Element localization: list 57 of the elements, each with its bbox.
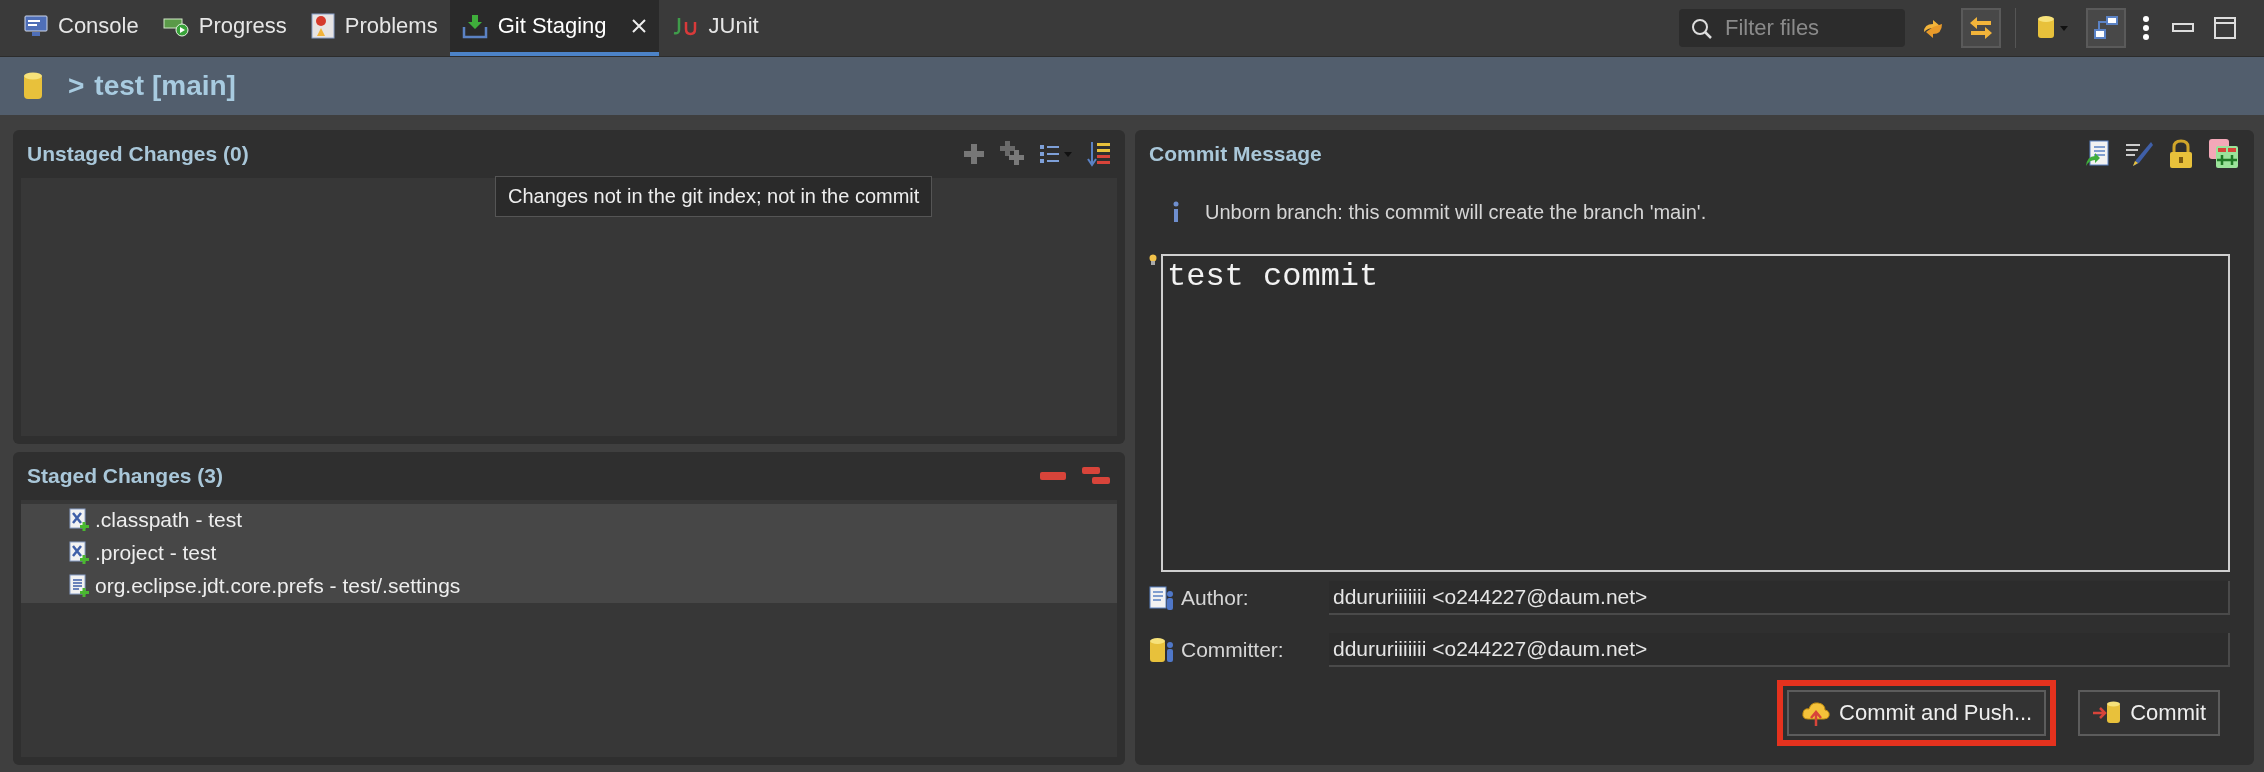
person-field[interactable]: ddururiiiiiii <o244227@daum.net> bbox=[1329, 581, 2230, 615]
double-minus-icon[interactable] bbox=[1081, 464, 1111, 487]
maximize-icon[interactable] bbox=[2214, 17, 2236, 39]
view-tab[interactable]: Progress bbox=[150, 0, 299, 56]
view-tab[interactable]: Git Staging bbox=[449, 0, 659, 56]
view-tab[interactable]: Problems bbox=[298, 0, 450, 56]
breadcrumb-arrow: > bbox=[68, 70, 85, 102]
more-icon[interactable] bbox=[2140, 14, 2152, 42]
file-row[interactable]: .project - test bbox=[21, 536, 1117, 570]
field-label: Committer: bbox=[1181, 638, 1285, 662]
minimize-icon[interactable] bbox=[2172, 22, 2194, 34]
search-icon bbox=[1691, 18, 1713, 40]
repository-title: test [main] bbox=[94, 70, 236, 102]
document-person-icon bbox=[1149, 585, 1175, 611]
layout-button[interactable] bbox=[2086, 8, 2126, 48]
cloud-upload-icon bbox=[1801, 699, 1832, 727]
file-row[interactable]: org.eclipse.jdt.core.prefs - test/.settings bbox=[21, 569, 1117, 603]
view-tab[interactable]: JUnit bbox=[658, 0, 771, 56]
sort-icon[interactable] bbox=[1087, 141, 1111, 167]
document-arrow-icon[interactable] bbox=[2084, 140, 2110, 168]
panel-title: Staged Changes (3) bbox=[27, 463, 224, 488]
arrow-into-cylinder-icon bbox=[2092, 700, 2123, 726]
download-tray-icon bbox=[461, 13, 488, 39]
file-name: org.eclipse.jdt.core.prefs - test/.settings bbox=[95, 574, 461, 598]
view-tab[interactable]: Console bbox=[12, 0, 151, 56]
list-icon[interactable] bbox=[1039, 143, 1073, 165]
tooltip: Changes not in the git index; not in the commit bbox=[495, 176, 933, 217]
progress-icon bbox=[162, 15, 189, 37]
info-message: Unborn branch: this commit will create the branch 'main'. bbox=[1205, 200, 1707, 224]
layout-icon bbox=[2092, 14, 2120, 42]
text-file-added-icon bbox=[69, 574, 91, 598]
commit-and-push-button[interactable]: Commit and Push... bbox=[1787, 690, 2047, 736]
panel-title: Unstaged Changes (0) bbox=[27, 142, 249, 166]
commit-message-field[interactable]: test commit bbox=[1161, 254, 2230, 572]
problems-icon bbox=[310, 13, 335, 39]
repository-cylinder-icon bbox=[22, 71, 44, 101]
cylinder-person-icon bbox=[1149, 636, 1175, 664]
monitor-icon bbox=[24, 15, 48, 37]
person-field[interactable]: ddururiiiiiii <o244227@daum.net> bbox=[1329, 633, 2230, 667]
plus-icon[interactable] bbox=[963, 143, 985, 165]
pen-lines-icon[interactable] bbox=[2124, 140, 2154, 168]
xml-file-added-icon bbox=[69, 541, 91, 565]
file-name: .project - test bbox=[95, 541, 217, 565]
filter-field[interactable]: Filter files bbox=[1679, 9, 1905, 47]
field-label: Author: bbox=[1181, 586, 1250, 610]
lightbulb-icon bbox=[1149, 254, 1157, 266]
padlock-icon[interactable] bbox=[2168, 139, 2194, 169]
compare-arrows-button[interactable] bbox=[1961, 8, 2001, 48]
xml-file-added-icon bbox=[69, 508, 91, 532]
file-name: .classpath - test bbox=[95, 508, 243, 532]
panel-title: Commit Message bbox=[1149, 142, 1322, 166]
file-row[interactable]: .classpath - test bbox=[21, 503, 1117, 537]
table-plus-icon[interactable] bbox=[2208, 138, 2240, 170]
double-plus-icon[interactable] bbox=[999, 141, 1025, 167]
close-icon[interactable] bbox=[630, 18, 647, 34]
info-icon bbox=[1171, 201, 1181, 223]
commit-button[interactable]: Commit bbox=[2078, 690, 2220, 736]
